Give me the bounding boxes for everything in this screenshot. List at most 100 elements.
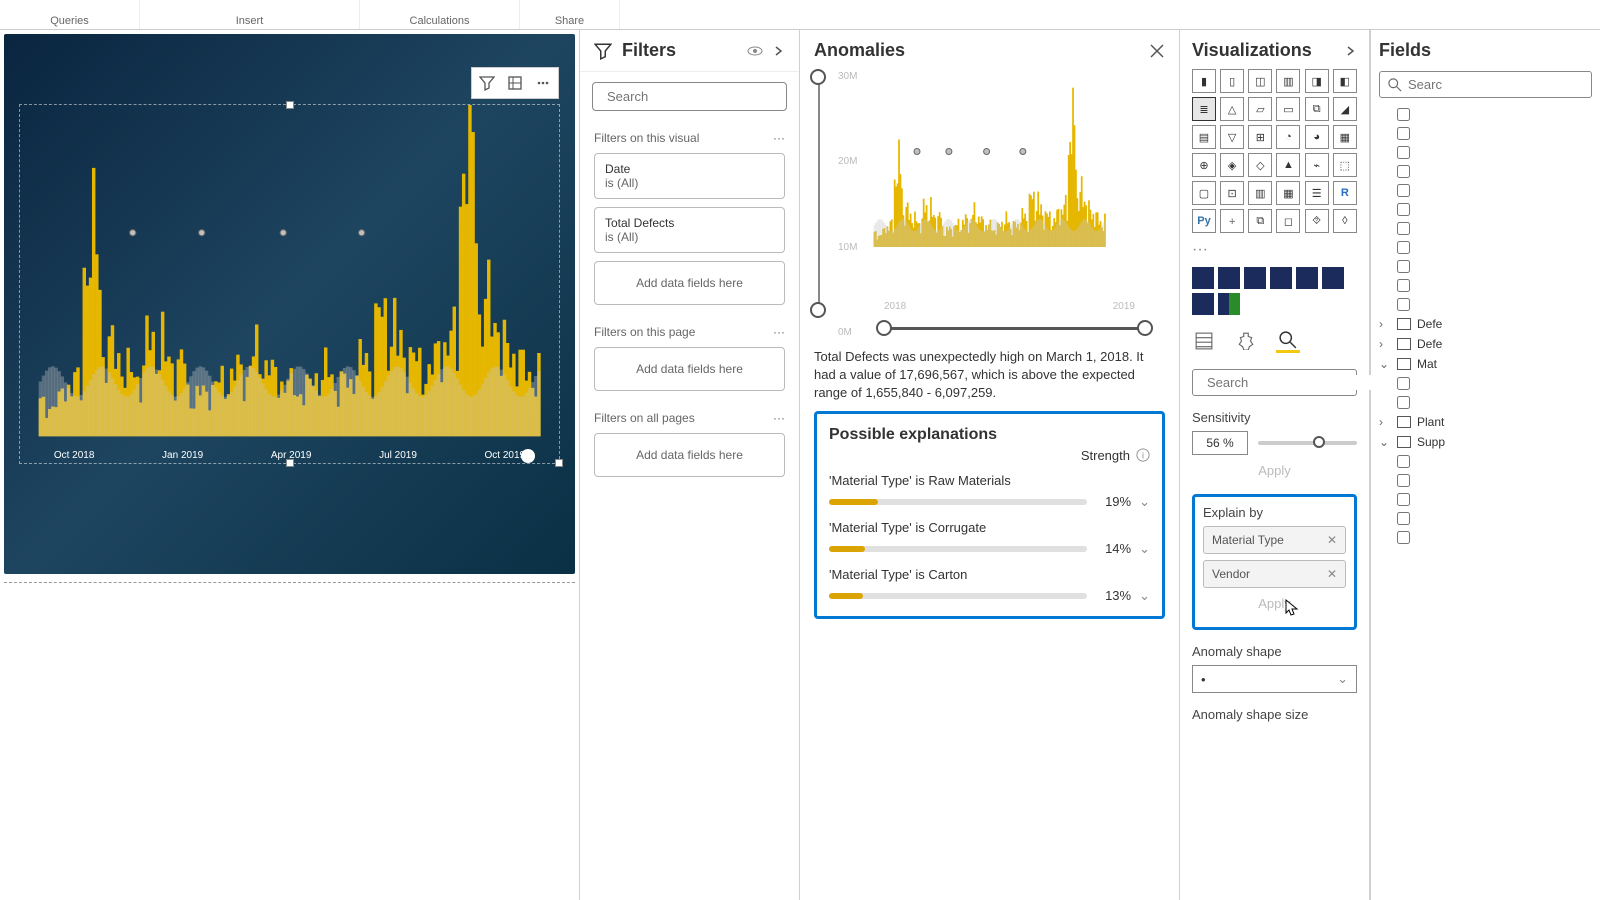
- viz-type-icon[interactable]: ▤: [1192, 125, 1216, 149]
- field-checkbox[interactable]: [1397, 279, 1410, 292]
- sensitivity-value[interactable]: 56 %: [1192, 431, 1248, 455]
- scroll-thumb[interactable]: [521, 449, 535, 463]
- vertical-range-slider[interactable]: [818, 77, 820, 310]
- tab-format[interactable]: [1234, 329, 1258, 353]
- field-checkbox[interactable]: [1397, 298, 1410, 311]
- more-icon[interactable]: ···: [773, 131, 785, 145]
- filter-card-date[interactable]: Date is (All): [594, 153, 785, 199]
- explain-field-material-type[interactable]: Material Type ✕: [1203, 526, 1346, 554]
- visual-filter-icon[interactable]: [474, 70, 500, 96]
- filter-drop-page[interactable]: Add data fields here: [594, 347, 785, 391]
- chevron-right-icon[interactable]: ›: [1379, 415, 1391, 429]
- chevron-right-icon[interactable]: ›: [1379, 317, 1391, 331]
- field-checkbox[interactable]: [1397, 203, 1410, 216]
- field-checkbox[interactable]: [1397, 222, 1410, 235]
- field-item[interactable]: [1379, 298, 1592, 311]
- field-item[interactable]: [1379, 493, 1592, 506]
- viz-type-icon[interactable]: ⬚: [1333, 153, 1357, 177]
- field-item[interactable]: [1379, 512, 1592, 525]
- viz-type-icon[interactable]: ≣: [1192, 97, 1216, 121]
- more-icon[interactable]: ···: [773, 325, 785, 339]
- custom-visual[interactable]: [1192, 293, 1214, 315]
- explanation-item[interactable]: 'Material Type' is Corrugate 14% ⌄: [829, 520, 1150, 557]
- field-checkbox[interactable]: [1397, 127, 1410, 140]
- field-item[interactable]: [1379, 279, 1592, 292]
- viz-type-icon[interactable]: ⯑: [1305, 209, 1329, 233]
- eye-icon[interactable]: [747, 43, 763, 59]
- resize-handle[interactable]: [286, 101, 294, 109]
- viz-type-icon[interactable]: ▢: [1192, 181, 1216, 205]
- field-item[interactable]: [1379, 222, 1592, 235]
- more-options-icon[interactable]: [530, 70, 556, 96]
- sensitivity-slider[interactable]: [1258, 441, 1357, 445]
- viz-type-icon[interactable]: ◨: [1305, 69, 1329, 93]
- resize-handle[interactable]: [286, 459, 294, 467]
- field-item[interactable]: [1379, 396, 1592, 409]
- viz-type-icon[interactable]: ☰: [1305, 181, 1329, 205]
- anomaly-shape-dropdown[interactable]: • ⌄: [1192, 665, 1357, 693]
- field-item[interactable]: [1379, 127, 1592, 140]
- field-item[interactable]: [1379, 377, 1592, 390]
- viz-type-icon[interactable]: ⊕: [1192, 153, 1216, 177]
- field-item[interactable]: [1379, 165, 1592, 178]
- focus-mode-icon[interactable]: [502, 70, 528, 96]
- custom-visual[interactable]: [1296, 267, 1318, 289]
- viz-type-icon[interactable]: ◈: [1220, 153, 1244, 177]
- viz-type-icon[interactable]: ⌁: [1305, 153, 1329, 177]
- field-checkbox[interactable]: [1397, 512, 1410, 525]
- table-item[interactable]: ›Defe: [1379, 317, 1592, 331]
- table-item[interactable]: ›Plant: [1379, 415, 1592, 429]
- viz-type-icon[interactable]: ⧉: [1248, 209, 1272, 233]
- chevron-down-icon[interactable]: ⌄: [1139, 494, 1150, 510]
- field-item[interactable]: [1379, 260, 1592, 273]
- table-item[interactable]: ›Defe: [1379, 337, 1592, 351]
- field-checkbox[interactable]: [1397, 531, 1410, 544]
- explanation-item[interactable]: 'Material Type' is Carton 13% ⌄: [829, 567, 1150, 604]
- viz-type-icon[interactable]: ▮: [1192, 69, 1216, 93]
- info-icon[interactable]: i: [1136, 448, 1150, 462]
- field-checkbox[interactable]: [1397, 493, 1410, 506]
- custom-visual[interactable]: [1244, 267, 1266, 289]
- viz-type-icon[interactable]: ⊡: [1220, 181, 1244, 205]
- field-checkbox[interactable]: [1397, 184, 1410, 197]
- field-item[interactable]: [1379, 203, 1592, 216]
- viz-type-icon[interactable]: ◕: [1305, 125, 1329, 149]
- apply-button[interactable]: Apply: [1203, 588, 1346, 619]
- chevron-right-icon[interactable]: ›: [1379, 337, 1391, 351]
- custom-visual[interactable]: [1192, 267, 1214, 289]
- field-checkbox[interactable]: [1397, 108, 1410, 121]
- viz-type-icon[interactable]: △: [1220, 97, 1244, 121]
- viz-type-icon[interactable]: ⧾: [1220, 209, 1244, 233]
- custom-visual[interactable]: [1322, 267, 1344, 289]
- fields-search[interactable]: [1379, 71, 1592, 98]
- more-icon[interactable]: ···: [773, 411, 785, 425]
- viz-type-icon[interactable]: ◔: [1276, 125, 1300, 149]
- filter-drop-all[interactable]: Add data fields here: [594, 433, 785, 477]
- field-checkbox[interactable]: [1397, 260, 1410, 273]
- viz-type-icon[interactable]: ▥: [1248, 181, 1272, 205]
- viz-type-icon[interactable]: ◇: [1248, 153, 1272, 177]
- viz-type-icon[interactable]: ◢: [1333, 97, 1357, 121]
- chevron-down-icon[interactable]: ⌄: [1379, 435, 1391, 449]
- selected-visual[interactable]: Oct 2018 Jan 2019 Apr 2019 Jul 2019 Oct …: [19, 104, 560, 464]
- field-item[interactable]: [1379, 241, 1592, 254]
- viz-type-icon[interactable]: ◊: [1333, 209, 1357, 233]
- explanation-item[interactable]: 'Material Type' is Raw Materials 19% ⌄: [829, 473, 1150, 510]
- close-icon[interactable]: [1149, 43, 1165, 59]
- viz-type-icon[interactable]: ▽: [1220, 125, 1244, 149]
- field-item[interactable]: [1379, 146, 1592, 159]
- field-item[interactable]: [1379, 108, 1592, 121]
- report-canvas[interactable]: Oct 2018 Jan 2019 Apr 2019 Jul 2019 Oct …: [0, 30, 580, 900]
- chevron-down-icon[interactable]: ⌄: [1379, 357, 1391, 371]
- viz-type-icon[interactable]: ▲: [1276, 153, 1300, 177]
- field-item[interactable]: [1379, 474, 1592, 487]
- field-checkbox[interactable]: [1397, 474, 1410, 487]
- custom-visual[interactable]: [1218, 267, 1240, 289]
- apply-button[interactable]: Apply: [1192, 455, 1357, 486]
- resize-handle[interactable]: [555, 459, 563, 467]
- chevron-down-icon[interactable]: ⌄: [1139, 588, 1150, 604]
- viz-type-icon[interactable]: ▦: [1276, 181, 1300, 205]
- viz-type-icon[interactable]: ▭: [1276, 97, 1300, 121]
- viz-type-icon[interactable]: R: [1333, 181, 1357, 205]
- horizontal-range-slider[interactable]: [884, 318, 1145, 338]
